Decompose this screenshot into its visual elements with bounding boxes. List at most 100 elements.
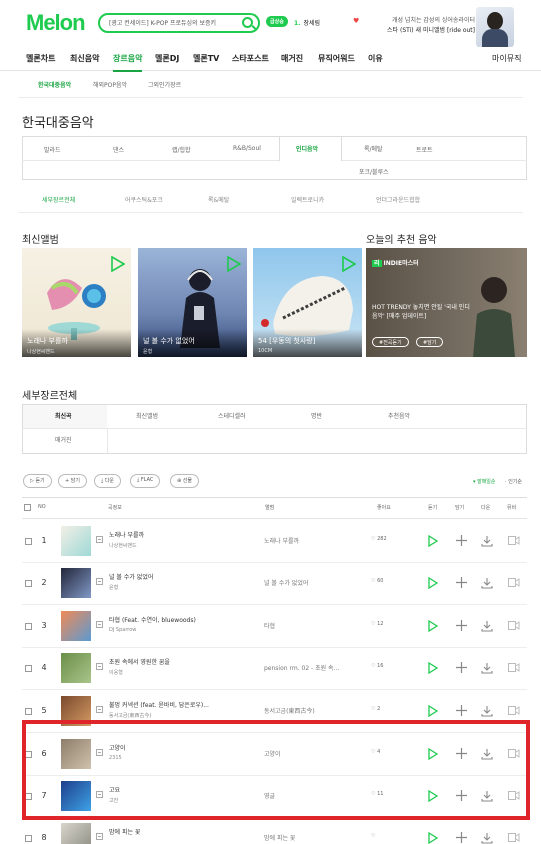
- album-artist[interactable]: 10CM: [258, 348, 357, 354]
- download-icon[interactable]: [481, 705, 493, 717]
- song-thumbnail[interactable]: [61, 653, 91, 683]
- subgenre-all[interactable]: 세부장르전체: [42, 195, 75, 204]
- nav-genre[interactable]: 장르음악: [113, 53, 143, 72]
- play-icon[interactable]: [428, 535, 438, 547]
- song-album[interactable]: 동서고금(東西古今): [264, 706, 315, 715]
- album-artist[interactable]: 윤형: [143, 348, 242, 355]
- song-album[interactable]: 타협: [264, 621, 275, 630]
- nav-awards[interactable]: 뮤직어워드: [318, 53, 355, 64]
- row-checkbox[interactable]: [25, 665, 32, 672]
- song-title[interactable]: 노래나 부를까: [109, 530, 144, 539]
- genre-hiphop[interactable]: 랩/힙합: [172, 145, 191, 154]
- song-album[interactable]: pension rm. 02 - 초원 속...: [264, 663, 339, 672]
- like-button[interactable]: ♡ 16: [371, 663, 383, 669]
- add-button[interactable]: + 담기: [58, 474, 87, 488]
- add-icon[interactable]: [456, 705, 467, 716]
- subgenre-acoustic[interactable]: 어쿠스틱&포크: [125, 195, 163, 204]
- nav-mymusic[interactable]: 마이뮤직: [492, 53, 521, 64]
- song-title[interactable]: 널 볼 수가 없었어: [109, 572, 153, 581]
- tab-latest-albums[interactable]: 최신앨범: [136, 411, 158, 420]
- search-icon[interactable]: [242, 17, 253, 28]
- genre-ballad[interactable]: 발라드: [44, 145, 61, 154]
- nav-tv[interactable]: 멜론TV: [193, 53, 219, 64]
- song-detail-icon[interactable]: [96, 833, 103, 840]
- album-card[interactable]: 54 [우동의 첫사랑] 10CM: [253, 248, 362, 357]
- tab-magazine[interactable]: 매거진: [55, 435, 72, 444]
- mv-icon[interactable]: [508, 536, 520, 545]
- play-icon[interactable]: [428, 705, 438, 717]
- table-row[interactable]: 1 노래나 부를까 나상현씨밴드 노래나 부를까 ♡ 282: [22, 521, 527, 563]
- song-title[interactable]: 불멍 커넥션 (feat. 윤바비, 담은로우)...: [109, 700, 209, 709]
- song-album[interactable]: 널 볼 수가 없었어: [264, 578, 308, 587]
- song-title[interactable]: 타협 (Feat. 수연이, bluewoods): [109, 615, 196, 624]
- song-detail-icon[interactable]: [96, 663, 103, 670]
- row-checkbox[interactable]: [25, 538, 32, 545]
- song-artist[interactable]: DJ Sparrow: [109, 627, 136, 633]
- song-title[interactable]: 초원 속에서 영원한 꿈을: [109, 657, 170, 666]
- genre-trot[interactable]: 트로트: [416, 145, 433, 154]
- like-button[interactable]: ♡ 12: [371, 621, 383, 627]
- album-artist[interactable]: 나상현씨밴드: [27, 348, 126, 355]
- album-title[interactable]: 노래나 부를까: [27, 336, 126, 346]
- song-detail-icon[interactable]: [96, 621, 103, 628]
- add-icon[interactable]: [456, 832, 467, 843]
- like-button[interactable]: ♡ 282: [371, 536, 387, 542]
- download-icon[interactable]: [481, 620, 493, 632]
- tab-classic[interactable]: 명반: [311, 411, 322, 420]
- album-card[interactable]: 널 볼 수가 없었어 윤형: [138, 248, 247, 357]
- tab-recommend[interactable]: 추천음악: [388, 411, 410, 420]
- reco-play-all-button[interactable]: #전곡듣기: [372, 337, 409, 347]
- gift-button[interactable]: ⊕ 선물: [170, 474, 199, 488]
- download-icon[interactable]: [481, 535, 493, 547]
- nav-starpost[interactable]: 스타포스트: [232, 53, 269, 64]
- subgenre-rock[interactable]: 록&메탈: [208, 195, 229, 204]
- song-album[interactable]: 밤에 피는 꽃: [264, 833, 295, 842]
- song-artist[interactable]: 나상현씨밴드: [109, 542, 137, 549]
- mv-icon[interactable]: [508, 578, 520, 587]
- song-artist[interactable]: 윤형: [109, 584, 118, 591]
- nav-chart[interactable]: 멜론차트: [26, 53, 55, 64]
- song-thumbnail[interactable]: [61, 568, 91, 598]
- row-checkbox[interactable]: [25, 623, 32, 630]
- album-title[interactable]: 54 [우동의 첫사랑]: [258, 336, 357, 346]
- nav-latest[interactable]: 최신음악: [70, 53, 99, 64]
- album-card[interactable]: 노래나 부를까 나상현씨밴드: [22, 248, 131, 357]
- add-icon[interactable]: [456, 620, 467, 631]
- row-checkbox[interactable]: [25, 835, 32, 842]
- like-button[interactable]: ♡ 60: [371, 578, 383, 584]
- tab-steady[interactable]: 스테디셀러: [218, 411, 246, 420]
- promo-banner[interactable]: 개성 넘치는 감성의 싱어송라이터 스타 (STi) 새 미니앨범 [ride …: [387, 16, 475, 36]
- subnav-pop[interactable]: 해외POP음악: [93, 80, 127, 89]
- tab-latest-songs[interactable]: 최신곡: [55, 411, 72, 420]
- subgenre-underground[interactable]: 언더그라운드힙합: [376, 195, 420, 204]
- mv-icon[interactable]: [508, 663, 520, 672]
- song-album[interactable]: 노래나 부를까: [264, 536, 299, 545]
- play-icon[interactable]: [428, 662, 438, 674]
- genre-folk[interactable]: 포크/블루스: [359, 167, 389, 176]
- genre-indie-tab[interactable]: 인디음악: [279, 137, 342, 161]
- play-icon[interactable]: [428, 577, 438, 589]
- nav-dj[interactable]: 멜론DJ: [155, 53, 179, 64]
- subnav-korean[interactable]: 한국대중음악: [38, 80, 71, 89]
- play-icon[interactable]: [227, 256, 241, 272]
- song-detail-icon[interactable]: [96, 578, 103, 585]
- song-artist[interactable]: 동서고금(東西古今): [109, 712, 151, 719]
- nav-more[interactable]: 이유: [368, 53, 383, 64]
- promo-artist-image[interactable]: [476, 7, 514, 47]
- genre-rnb[interactable]: R&B/Soul: [233, 145, 261, 152]
- table-row[interactable]: 8 밤에 피는 꽃 밤에 피는 꽃 ♡: [22, 818, 527, 844]
- table-row[interactable]: 2 널 볼 수가 없었어 윤형 널 볼 수가 없었어 ♡ 60: [22, 563, 527, 605]
- reco-add-button[interactable]: #담기: [416, 337, 444, 347]
- song-artist[interactable]: 이웅형: [109, 669, 123, 676]
- select-all-checkbox[interactable]: [24, 504, 31, 511]
- mv-icon[interactable]: [508, 833, 520, 842]
- download-button[interactable]: ⤓ 다운: [94, 474, 122, 488]
- song-thumbnail[interactable]: [61, 823, 91, 844]
- realtime-rank[interactable]: 1. 장세림: [294, 18, 320, 27]
- song-thumbnail[interactable]: [61, 611, 91, 641]
- play-icon[interactable]: [428, 620, 438, 632]
- mv-icon[interactable]: [508, 621, 520, 630]
- subnav-other[interactable]: 그외인기장르: [148, 80, 181, 89]
- download-icon[interactable]: [481, 832, 493, 844]
- flac-button[interactable]: ⤓ FLAC: [130, 474, 161, 488]
